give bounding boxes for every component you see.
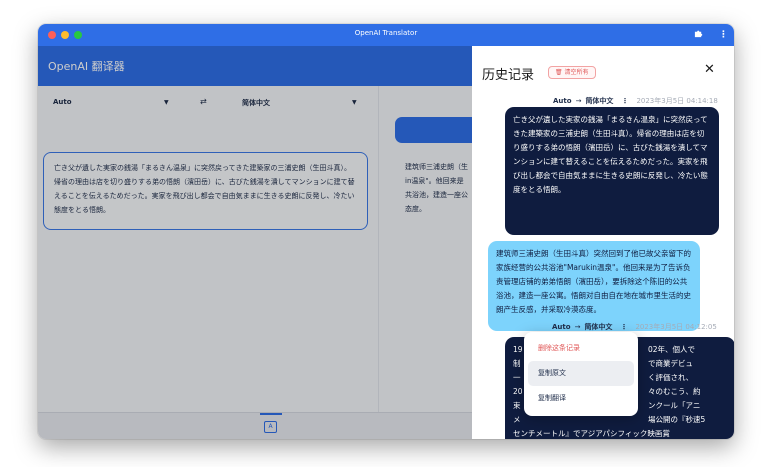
- title-bar: OpenAI Translator ⋮: [38, 24, 734, 46]
- record-source-lang: Auto: [553, 97, 572, 105]
- main-area: OpenAI 翻译器 Auto ▼ ⇄ 简体中文 ▼ 亡き父が遺した実家の銭湯「…: [38, 46, 734, 439]
- record-menu-button[interactable]: ⋮: [621, 97, 628, 105]
- clear-all-label: 清空所有: [564, 69, 589, 76]
- close-icon[interactable]: ✕: [704, 62, 715, 77]
- app-window: OpenAI Translator ⋮ OpenAI 翻译器 Auto ▼ ⇄ …: [38, 24, 734, 439]
- translation-text: 建筑师三浦史朗（生田斗真）突然回到了他已故父亲留下的家族经营的公共浴池"Maru…: [496, 249, 691, 314]
- trash-icon: 🗑: [555, 69, 563, 76]
- more-vertical-icon[interactable]: ⋮: [719, 29, 728, 41]
- original-line: く評価され、: [648, 373, 694, 382]
- original-line: ンクール「アニ: [648, 401, 701, 410]
- window-title: OpenAI Translator: [354, 29, 418, 37]
- record-target-lang: 简体中文: [584, 323, 613, 331]
- record-time: 2023年3月5日 04:14:18: [636, 97, 718, 105]
- drawer-backdrop[interactable]: [38, 46, 472, 439]
- menu-item-delete-record[interactable]: 删除这条记录: [528, 336, 634, 361]
- arrow-right-icon: →: [574, 323, 581, 331]
- original-bubble: 亡き父が遺した実家の銭湯「まるきん温泉」に突然戻ってきた建築家の三浦史朗（生田斗…: [505, 107, 719, 235]
- puzzle-icon[interactable]: [694, 29, 703, 42]
- menu-item-copy-translation[interactable]: 复制翻译: [528, 386, 634, 411]
- history-title: 历史记录: [482, 68, 535, 83]
- original-line: センチメートル』でアジアパシフィック映画賞: [513, 429, 670, 438]
- original-line: 々のむこう、約: [648, 387, 701, 396]
- original-line: で商業デビュ: [648, 359, 693, 368]
- original-line: 02年、個人で: [648, 345, 696, 354]
- original-text: 亡き父が遺した実家の銭湯「まるきん温泉」に突然戻ってきた建築家の三浦史朗（生田斗…: [513, 115, 708, 194]
- menu-item-copy-original[interactable]: 复制原文: [528, 361, 634, 386]
- original-right-column: 02年、個人で で商業デビュ く評価され、 々のむこう、約 ンクール「アニ 場公…: [648, 343, 705, 427]
- record-meta: Auto → 简体中文 ⋮ 2023年3月5日 04:14:18: [553, 96, 718, 106]
- history-drawer: 历史记录 🗑 清空所有 ✕ Auto → 简体中文 ⋮ 2023年3月5日 04:14:…: [472, 46, 734, 439]
- record-menu-button[interactable]: ⋮: [620, 323, 627, 331]
- record-source-lang: Auto: [552, 323, 571, 331]
- arrow-right-icon: →: [575, 97, 582, 105]
- original-line: 場公開の『秒速5: [648, 415, 706, 424]
- record-context-menu: 删除这条记录 复制原文 复制翻译: [524, 332, 638, 416]
- record-time: 2023年3月5日 04:12:05: [635, 323, 717, 331]
- record-meta: Auto → 简体中文 ⋮ 2023年3月5日 04:12:05: [552, 322, 717, 332]
- translation-bubble: 建筑师三浦史朗（生田斗真）突然回到了他已故父亲留下的家族经营的公共浴池"Maru…: [488, 241, 700, 331]
- record-target-lang: 简体中文: [585, 97, 614, 105]
- clear-all-button[interactable]: 🗑 清空所有: [548, 66, 596, 79]
